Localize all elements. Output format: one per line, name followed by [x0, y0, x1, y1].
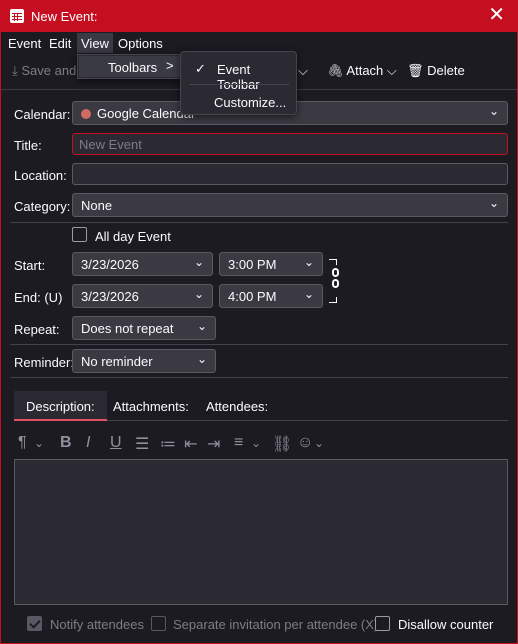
chevron-down-icon: ⌄ — [303, 255, 314, 269]
indent-icon[interactable]: ⇥ — [207, 434, 220, 454]
category-select[interactable]: None ⌄ — [72, 193, 508, 217]
chevron-down-icon: ⌄ — [196, 319, 207, 333]
link-icon[interactable]: ⛓ — [272, 434, 292, 454]
save-and-label: Save and — [21, 63, 77, 78]
repeat-value: Does not repeat — [81, 321, 174, 336]
end-date-select[interactable]: 3/23/2026 ⌄ — [72, 284, 213, 308]
separator — [10, 222, 508, 223]
chevron-down-icon: ⌄ — [196, 352, 207, 366]
allday-checkbox[interactable] — [72, 227, 87, 242]
chevron-down-icon: ⌄ — [488, 104, 499, 118]
paragraph-icon[interactable]: ¶ — [18, 434, 27, 452]
trash-icon: 🗑 — [407, 63, 424, 78]
reminder-select[interactable]: No reminder ⌄ — [72, 349, 216, 373]
chevron-down-icon: ⌄ — [193, 287, 204, 301]
menu-edit[interactable]: Edit — [49, 36, 71, 51]
toolbar-chevron-icon[interactable]: ⌵ — [298, 63, 308, 79]
window-title: New Event: — [31, 9, 98, 24]
underline-icon[interactable]: U — [110, 434, 122, 452]
start-date-value: 3/23/2026 — [81, 257, 139, 272]
attach-chevron-icon: ⌵ — [386, 63, 397, 78]
outdent-icon[interactable]: ⇤ — [184, 434, 197, 454]
event-window: New Event: ✕ Event Edit View Options ⤓ S… — [0, 0, 518, 644]
separator — [10, 344, 508, 345]
reminder-value: No reminder — [81, 354, 153, 369]
toolbars-submenu: ✓ Event Toolbar Customize... — [180, 51, 297, 115]
paragraph-chevron-icon[interactable]: ⌄ — [34, 436, 44, 450]
location-input[interactable] — [72, 163, 508, 185]
chain-link-top — [332, 268, 339, 277]
attach-label: Attach — [346, 63, 384, 78]
toolbars-label: Toolbars — [108, 60, 158, 75]
notify-attendees-label: Notify attendees — [50, 617, 144, 632]
start-time-value: 3:00 PM — [228, 257, 277, 272]
repeat-label: Repeat: — [14, 322, 60, 337]
event-tabs: Description: Attachments: Attendees: — [14, 391, 508, 421]
numbered-list-icon[interactable]: ≔ — [160, 434, 176, 454]
disallow-counter-checkbox[interactable] — [375, 616, 390, 631]
menu-item-event-toolbar[interactable]: Event Toolbar — [217, 62, 296, 92]
align-chevron-icon[interactable]: ⌄ — [251, 436, 261, 450]
title-input[interactable]: New Event — [72, 133, 508, 155]
end-date-value: 3/23/2026 — [81, 289, 139, 304]
allday-label: All day Event — [95, 229, 171, 244]
calendar-app-icon — [10, 9, 24, 23]
end-label: End: (U) — [14, 290, 63, 305]
format-toolbar: ¶ ⌄ B I U ☰ ≔ ⇤ ⇥ ≡ ⌄ ⛓ ☺ ⌄ — [14, 431, 508, 457]
paperclip-icon: 🖇 — [327, 63, 344, 78]
separator — [10, 377, 508, 378]
chain-bracket-top — [329, 259, 337, 265]
chevron-down-icon: ⌄ — [303, 287, 314, 301]
save-and-close-button[interactable]: ⤓ Save and — [12, 63, 76, 79]
disallow-counter-label: Disallow counter — [398, 617, 494, 632]
bullet-list-icon[interactable]: ☰ — [135, 434, 149, 454]
close-icon[interactable]: ✕ — [488, 5, 505, 25]
delete-button[interactable]: 🗑 Delete — [407, 63, 465, 79]
delete-label: Delete — [427, 63, 465, 78]
reminder-label: Reminder: — [14, 355, 74, 370]
end-time-value: 4:00 PM — [228, 289, 277, 304]
start-date-select[interactable]: 3/23/2026 ⌄ — [72, 252, 213, 276]
notify-attendees-checkbox[interactable] — [27, 616, 42, 631]
checkmark-icon: ✓ — [195, 61, 206, 76]
menu-event[interactable]: Event — [8, 36, 41, 51]
calendar-label: Calendar: — [14, 107, 71, 122]
description-editor[interactable] — [14, 459, 508, 605]
title-bar: New Event: ✕ — [1, 1, 517, 32]
view-menu-popup: Toolbars > — [77, 54, 185, 79]
repeat-select[interactable]: Does not repeat ⌄ — [72, 316, 216, 340]
menu-options[interactable]: Options — [118, 36, 163, 51]
chain-link-bottom — [332, 279, 339, 288]
separate-invitation-label: Separate invitation per attendee (X) — [173, 617, 379, 632]
separate-invitation-checkbox[interactable] — [151, 616, 166, 631]
menu-separator — [189, 84, 289, 85]
italic-icon[interactable]: I — [86, 434, 90, 452]
end-time-select[interactable]: 4:00 PM ⌄ — [219, 284, 323, 308]
start-time-select[interactable]: 3:00 PM ⌄ — [219, 252, 323, 276]
calendar-color-dot — [81, 109, 91, 119]
location-label: Location: — [14, 168, 67, 183]
download-icon: ⤓ — [12, 63, 18, 78]
emoji-chevron-icon[interactable]: ⌄ — [314, 436, 324, 450]
title-placeholder: New Event — [79, 137, 142, 152]
link-times-icon[interactable] — [329, 259, 341, 303]
chevron-down-icon: ⌄ — [193, 255, 204, 269]
bold-icon[interactable]: B — [60, 434, 72, 452]
menu-view[interactable]: View — [77, 33, 113, 53]
chevron-down-icon: ⌄ — [488, 196, 499, 210]
tab-attachments[interactable]: Attachments: — [101, 391, 201, 421]
align-icon[interactable]: ≡ — [234, 434, 243, 452]
menu-item-customize[interactable]: Customize... — [214, 95, 286, 110]
category-label: Category: — [14, 199, 71, 214]
tab-attendees[interactable]: Attendees: — [194, 391, 280, 421]
chevron-right-icon: > — [166, 58, 174, 73]
tab-description[interactable]: Description: — [14, 391, 107, 421]
attach-button[interactable]: 🖇 Attach ⌵ — [327, 63, 397, 79]
category-value: None — [81, 198, 113, 213]
emoji-icon[interactable]: ☺ — [297, 434, 313, 452]
title-label: Title: — [14, 138, 42, 153]
chain-bracket-bottom — [329, 297, 337, 303]
start-label: Start: — [14, 258, 46, 273]
